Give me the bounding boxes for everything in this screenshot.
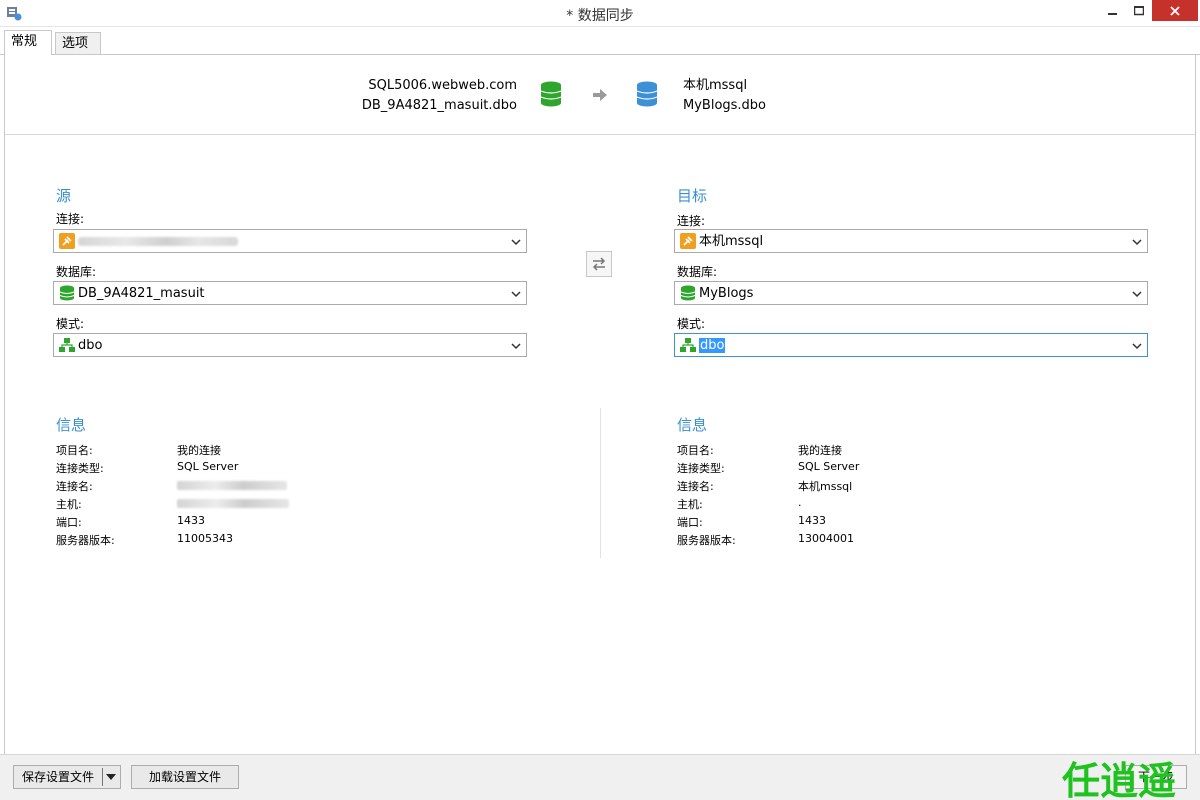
window-title: * 数据同步: [566, 8, 634, 24]
target-database-icon: [636, 81, 658, 107]
maximize-button[interactable]: [1124, 0, 1154, 22]
target-info-connname-label: 连接名:: [677, 480, 714, 493]
source-info-type-label: 连接类型:: [56, 462, 104, 475]
target-info-host-label: 主机:: [677, 498, 703, 511]
source-schema-select[interactable]: dbo: [53, 333, 527, 357]
content-frame: [4, 54, 1196, 754]
footer-bar: 保存设置文件 加载设置文件 下一步: [0, 754, 1200, 800]
source-database-value: DB_9A4821_masuit: [78, 286, 205, 301]
info-divider: [600, 408, 601, 558]
tab-general[interactable]: 常规: [4, 30, 52, 55]
swap-icon: [592, 257, 606, 271]
summary-target-server: 本机mssql: [683, 78, 748, 93]
target-schema-select[interactable]: dbo: [674, 333, 1148, 357]
summary-source-server: SQL5006.webweb.com: [368, 78, 517, 93]
load-profile-button[interactable]: 加载设置文件: [131, 765, 239, 789]
source-database-select[interactable]: DB_9A4821_masuit: [53, 281, 527, 305]
target-info-project-value: 我的连接: [798, 444, 842, 457]
source-connection-value-redacted: [78, 237, 238, 246]
split-divider: [102, 768, 103, 786]
close-icon: [1170, 5, 1180, 16]
source-info-project-label: 项目名:: [56, 444, 93, 457]
target-database-select[interactable]: MyBlogs: [674, 281, 1148, 305]
summary-source-db: DB_9A4821_masuit.dbo: [361, 98, 517, 113]
source-schema-label: 模式:: [56, 317, 85, 331]
source-info-port-label: 端口:: [56, 516, 82, 529]
target-schema-value: dbo: [699, 338, 726, 353]
target-info-title: 信息: [677, 416, 708, 434]
connection-icon: [680, 233, 696, 249]
swap-button[interactable]: [586, 251, 612, 277]
schema-icon: [59, 338, 75, 352]
chevron-down-icon: [511, 343, 521, 350]
chevron-down-icon: [511, 291, 521, 298]
target-connection-label: 连接:: [677, 214, 706, 228]
chevron-down-icon: [1132, 291, 1142, 298]
target-info-version-label: 服务器版本:: [677, 534, 736, 547]
connection-icon: [59, 233, 75, 249]
database-icon: [680, 285, 696, 301]
summary-source: SQL5006.webweb.com DB_9A4821_masuit.dbo: [362, 76, 517, 116]
source-info-connname-redacted: [177, 481, 287, 490]
summary-target: 本机mssql MyBlogs.dbo: [683, 76, 766, 116]
target-connection-value: 本机mssql: [699, 234, 764, 249]
target-title: 目标: [677, 187, 708, 205]
target-info-port-value: 1433: [798, 514, 826, 527]
target-info-project-label: 项目名:: [677, 444, 714, 457]
save-profile-label: 保存设置文件: [21, 770, 94, 784]
target-info-type-label: 连接类型:: [677, 462, 725, 475]
source-schema-value: dbo: [78, 338, 103, 353]
target-info-port-label: 端口:: [677, 516, 703, 529]
dropdown-arrow-icon[interactable]: [105, 771, 117, 783]
target-connection-select[interactable]: 本机mssql: [674, 229, 1148, 253]
schema-icon: [680, 338, 696, 352]
source-connection-label: 连接:: [56, 212, 85, 226]
save-profile-button[interactable]: 保存设置文件: [13, 765, 121, 789]
target-schema-label: 模式:: [677, 317, 706, 331]
close-button[interactable]: [1152, 0, 1198, 21]
title-bar: * 数据同步: [0, 0, 1200, 27]
source-info-host-redacted: [177, 499, 289, 508]
database-icon: [59, 285, 75, 301]
maximize-icon: [1134, 6, 1144, 16]
source-database-label: 数据库:: [56, 265, 97, 279]
source-info-type-value: SQL Server: [177, 460, 239, 473]
arrow-right-icon: [593, 89, 607, 101]
sync-summary: SQL5006.webweb.com DB_9A4821_masuit.dbo …: [5, 55, 1195, 135]
chevron-down-icon: [1132, 239, 1142, 246]
summary-target-db: MyBlogs.dbo: [683, 98, 767, 113]
tab-strip: 常规 选项: [0, 27, 1200, 55]
watermark: 任逍遥: [1062, 758, 1177, 800]
chevron-down-icon: [511, 239, 521, 246]
source-info-project-value: 我的连接: [177, 444, 221, 457]
source-info-connname-label: 连接名:: [56, 480, 93, 493]
target-database-label: 数据库:: [677, 265, 718, 279]
target-database-value: MyBlogs: [699, 286, 754, 301]
minimize-icon: [1108, 13, 1117, 15]
source-info-title: 信息: [56, 416, 87, 434]
source-database-icon: [540, 81, 562, 107]
source-info-version-value: 11005343: [177, 532, 233, 545]
target-info-connname-value: 本机mssql: [798, 480, 853, 493]
source-info-port-value: 1433: [177, 514, 205, 527]
source-connection-select[interactable]: [53, 229, 527, 253]
source-info-host-label: 主机:: [56, 498, 82, 511]
source-info-version-label: 服务器版本:: [56, 534, 115, 547]
chevron-down-icon: [1132, 343, 1142, 350]
target-info-host-value: .: [798, 496, 802, 509]
target-info-type-value: SQL Server: [798, 460, 860, 473]
tab-options[interactable]: 选项: [55, 32, 101, 55]
source-title: 源: [56, 187, 72, 205]
target-info-version-value: 13004001: [798, 532, 854, 545]
